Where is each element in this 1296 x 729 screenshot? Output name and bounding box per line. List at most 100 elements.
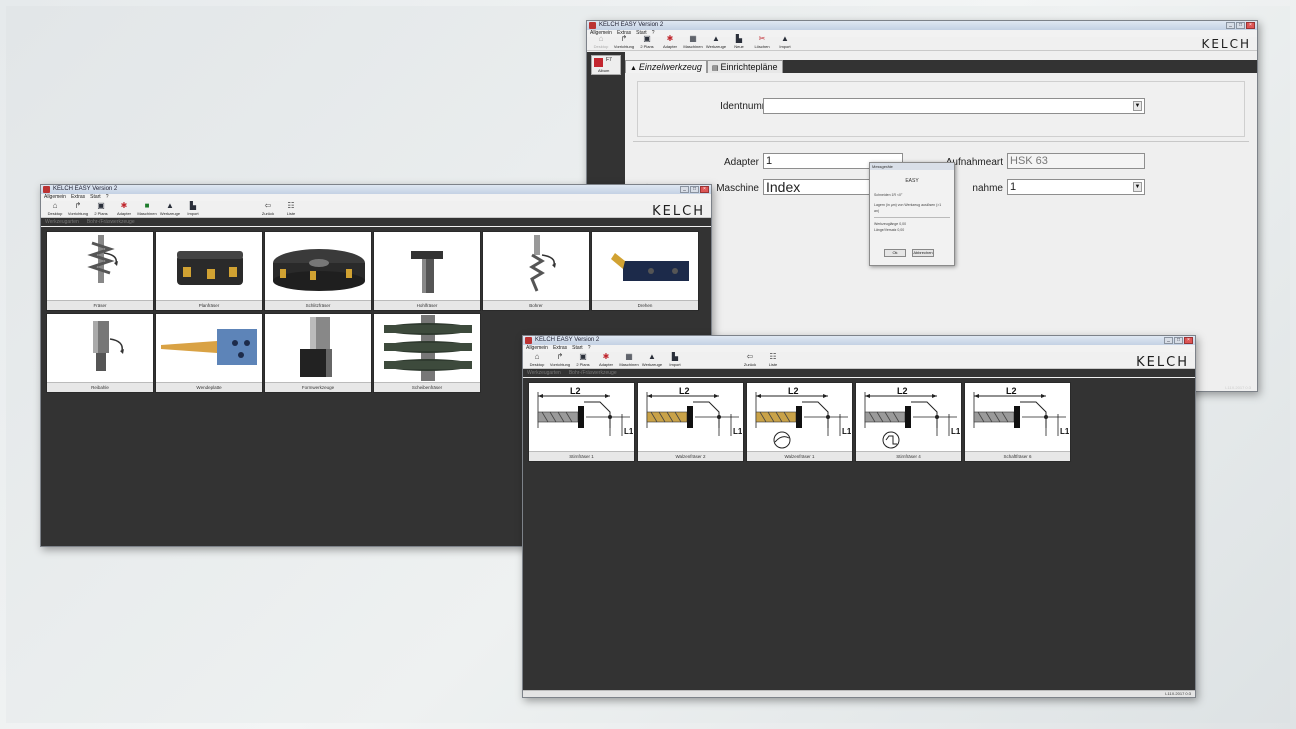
toolbar-desktop-button[interactable]: ⌂ Desktop: [44, 201, 66, 217]
chevron-down-icon[interactable]: ▼: [1133, 182, 1142, 192]
menu-item[interactable]: ?: [106, 194, 109, 201]
menu-item[interactable]: Start: [572, 345, 583, 352]
menu-item[interactable]: Extras: [71, 194, 85, 201]
tab-einrichteplaene[interactable]: ▤ Einrichtepläne: [706, 60, 783, 73]
maximize-button[interactable]: □: [690, 186, 699, 193]
tile-fraeser[interactable]: Fräser: [46, 231, 154, 311]
l2-label: L2: [788, 386, 799, 396]
status-bar: L11X.2017 0:3: [523, 690, 1195, 697]
toolbar-werkzeuge-button[interactable]: ▲ Werkzeuge: [705, 34, 727, 50]
tile-formwerkzeuge[interactable]: Formwerkzeuge: [264, 313, 372, 393]
toolbar-desktop-button[interactable]: ⌂ Desktop: [526, 352, 548, 368]
aufnahmeart-field[interactable]: HSK 63: [1007, 153, 1145, 169]
adapter-icon: ✱: [666, 34, 674, 43]
toolbar-plans-button[interactable]: ▣ 2 Plans: [90, 201, 112, 217]
toolbar-back-button[interactable]: ⇦ Zurück: [739, 352, 761, 368]
tile-drehen[interactable]: Drehen: [591, 231, 699, 311]
new-icon: ▙: [735, 34, 743, 43]
close-button[interactable]: ×: [700, 186, 709, 193]
app-icon: [525, 337, 532, 344]
tool-dimension-diagram: L2 L1: [864, 386, 960, 449]
menu-item[interactable]: Allgemein: [526, 345, 548, 352]
breadcrumb-item[interactable]: Werkzeugarten: [45, 218, 79, 226]
list-icon: ☷: [769, 352, 777, 361]
maximize-button[interactable]: □: [1174, 337, 1183, 344]
menu-item[interactable]: Extras: [553, 345, 567, 352]
close-button[interactable]: ×: [1246, 22, 1255, 29]
toolbar-plans-button[interactable]: ▣ 2 Plans: [572, 352, 594, 368]
sidebar-item-album[interactable]: F7 Album: [591, 55, 621, 75]
toolbar: ⌂ Desktop ↱ Vorrichtung ▣ 2 Plans ✱ Adapter …: [523, 352, 1195, 370]
tile-hohlfraeser[interactable]: Hohlfräser: [373, 231, 481, 311]
menu-bar: Allgemein Extras Start ?: [41, 194, 711, 201]
menu-item[interactable]: Start: [90, 194, 101, 201]
minimize-button[interactable]: _: [680, 186, 689, 193]
toolbar-vorrichtung-button[interactable]: ↱ Vorrichtung: [549, 352, 571, 368]
face-mill-icon: [177, 251, 243, 285]
tile-diagram[interactable]: L2 L1 Walzenfräser 1: [746, 382, 853, 462]
cancel-button[interactable]: Abbrechen: [912, 249, 934, 257]
aufnahme-label: nahme: [972, 183, 1003, 194]
tile-bohrer[interactable]: Bohrer: [482, 231, 590, 311]
toolbar-import-button[interactable]: ▙ Import: [182, 201, 204, 217]
reamer-icon: [93, 321, 124, 371]
tile-planfraeser[interactable]: Planfräser: [155, 231, 263, 311]
identnummer-field[interactable]: ▼: [763, 98, 1145, 114]
title-bar: KELCH EASY Version 2 _ □ ×: [587, 21, 1257, 30]
tile-scheibenfraeser[interactable]: Scheibenfräser: [373, 313, 481, 393]
toolbar-maschinen-button[interactable]: ▦ Maschinen: [618, 352, 640, 368]
toolbar-import-button[interactable]: ▙ Import: [664, 352, 686, 368]
divider: [633, 141, 1249, 142]
tile-diagram[interactable]: L2 L1 Schaftfräser 6: [964, 382, 1071, 462]
toolbar-adapter-button[interactable]: ✱ Adapter: [595, 352, 617, 368]
toolbar-list-button[interactable]: ☷ Liste: [762, 352, 784, 368]
back-icon: ⇦: [264, 201, 272, 210]
tile-diagram[interactable]: L2 L1 Stirnfräser 1: [528, 382, 635, 462]
toolbar-desktop-button[interactable]: ⌂ Desktop: [590, 34, 612, 50]
tile-grid-area: L2 L1 Stirnfräser 1 L2 L1 Walzenfräser 2 L2 L1 W…: [523, 378, 1195, 690]
menu-item[interactable]: Allgemein: [44, 194, 66, 201]
toolbar-adapter-button[interactable]: ✱ Adapter: [659, 34, 681, 50]
toolbar-vorrichtung-button[interactable]: ↱ Vorrichtung: [67, 201, 89, 217]
ok-button[interactable]: Ok: [884, 249, 906, 257]
toolbar-loeschen-button[interactable]: ✂ Löschen: [751, 34, 773, 50]
toolbar-import-button[interactable]: ▲ Import: [774, 34, 796, 50]
title-bar: KELCH EASY Version 2 _ □ ×: [523, 336, 1195, 345]
l1-label: L1: [733, 427, 742, 436]
l1-label: L1: [842, 427, 851, 436]
aufnahme-field[interactable]: 1 ▼: [1007, 179, 1145, 195]
tab-einzelwerkzeug[interactable]: ▲ Einzelwerkzeug: [625, 60, 707, 73]
close-button[interactable]: ×: [1184, 337, 1193, 344]
minimize-button[interactable]: _: [1226, 22, 1235, 29]
toolbar-werkzeuge-button[interactable]: ▲ Werkzeuge: [641, 352, 663, 368]
tile-diagram[interactable]: L2 L1 Stirnfräser 4: [855, 382, 962, 462]
toolbar-vorrichtung-button[interactable]: ↱ Vorrichtung: [613, 34, 635, 50]
window-fraeswerkzeuge: KELCH EASY Version 2 _ □ × Allgemein Ext…: [522, 335, 1196, 698]
tile-reibahle[interactable]: Reibahle: [46, 313, 154, 393]
maximize-button[interactable]: □: [1236, 22, 1245, 29]
slot-mill-icon: [273, 249, 365, 291]
minimize-button[interactable]: _: [1164, 337, 1173, 344]
tile-schlitzfraeser[interactable]: Schlitzfräser: [264, 231, 372, 311]
menu-item[interactable]: ?: [588, 345, 591, 352]
toolbar-back-button[interactable]: ⇦ Zurück: [257, 201, 279, 217]
disc-cutter-icon: [384, 315, 472, 381]
toolbar-list-button[interactable]: ☷ Liste: [280, 201, 302, 217]
breadcrumb-item[interactable]: Werkzeugarten: [527, 369, 561, 377]
machine-icon: ▦: [625, 352, 633, 361]
kelch-logo: KELCH: [652, 204, 705, 219]
tile-wendeplatte[interactable]: Wendeplatte: [155, 313, 263, 393]
toolbar-werkzeuge-button[interactable]: ▲ Werkzeuge: [159, 201, 181, 217]
tool-dimension-diagram: L2 L1: [646, 386, 742, 436]
tile-diagram[interactable]: L2 L1 Walzenfräser 2: [637, 382, 744, 462]
toolbar-adapter-button[interactable]: ✱ Adapter: [113, 201, 135, 217]
toolbar-maschinen-button[interactable]: ▦ Maschinen: [682, 34, 704, 50]
breadcrumb-item[interactable]: Bohr-/Fräswerkzeuge: [87, 218, 135, 226]
toolbar-plans-button[interactable]: ▣ 2 Plans: [636, 34, 658, 50]
toolbar-maschinen-button[interactable]: ■ Maschinen: [136, 201, 158, 217]
chevron-down-icon[interactable]: ▼: [1133, 101, 1142, 111]
import-icon: ▙: [189, 201, 197, 210]
adapter-label: Adapter: [723, 157, 759, 168]
toolbar-neue-button[interactable]: ▙ Neue: [728, 34, 750, 50]
breadcrumb-item[interactable]: Bohr-/Fräswerkzeuge: [569, 369, 617, 377]
